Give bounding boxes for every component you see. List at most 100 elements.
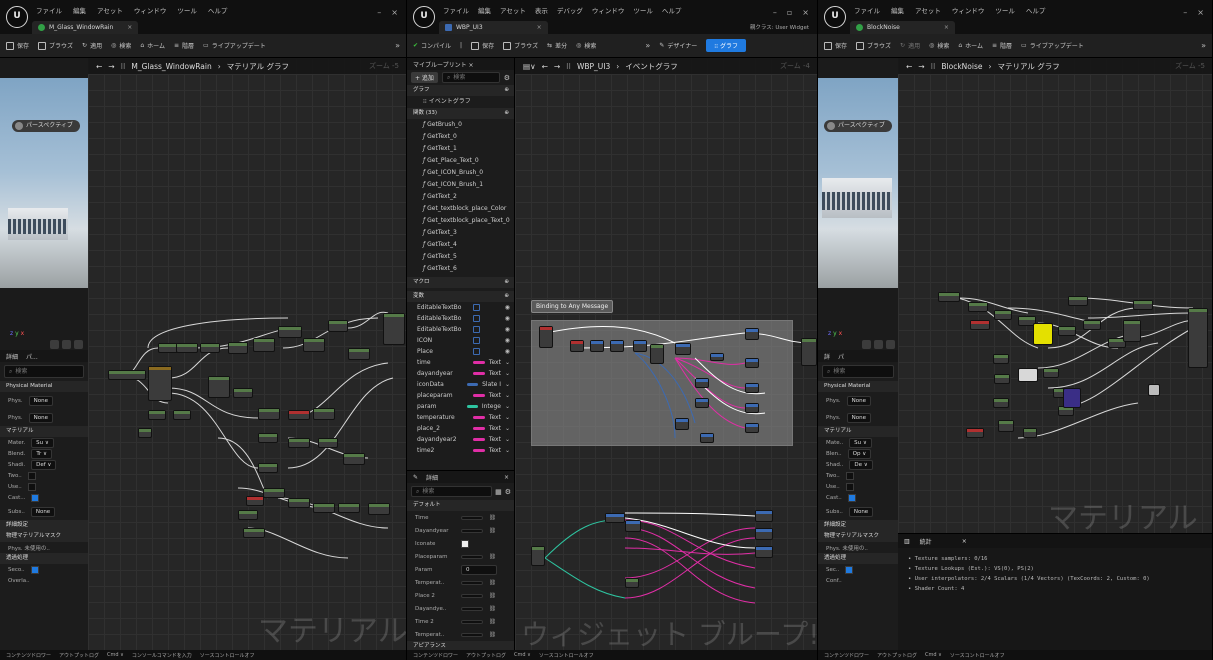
- binding-icon[interactable]: ⛓: [489, 593, 496, 599]
- menu-tools[interactable]: ツール: [177, 5, 197, 15]
- property-checkbox[interactable]: [845, 482, 854, 491]
- hierarchy-button[interactable]: ≡ 階層: [992, 41, 1012, 50]
- menu-edit[interactable]: 編集: [891, 5, 904, 15]
- graph-node[interactable]: [258, 408, 280, 420]
- graph-node[interactable]: [994, 310, 1012, 320]
- chevron-down-icon[interactable]: ⌄: [505, 392, 510, 399]
- function-item[interactable]: ƒ GetText_4: [407, 239, 514, 251]
- graph-node[interactable]: [138, 428, 152, 438]
- menu-help[interactable]: ヘルプ: [662, 5, 682, 15]
- cmd-dropdown[interactable]: Cmd ∨: [107, 652, 124, 658]
- graph-node[interactable]: [368, 503, 390, 515]
- property-checkbox[interactable]: [30, 565, 39, 574]
- property-dropdown[interactable]: Def ∨: [31, 459, 57, 470]
- chevron-down-icon[interactable]: ⌄: [505, 414, 510, 421]
- graph-node[interactable]: [288, 498, 310, 508]
- graph-node[interactable]: [278, 326, 302, 338]
- variable-row[interactable]: param Intege ⌄: [407, 401, 514, 412]
- section-variables[interactable]: 変数 ⊕: [407, 291, 514, 302]
- minimize-icon[interactable]: –: [1183, 8, 1187, 17]
- binding-icon[interactable]: ⛓: [489, 606, 496, 612]
- save-button[interactable]: 保存: [824, 41, 847, 50]
- binding-icon[interactable]: ⛓: [489, 554, 496, 560]
- graph-node[interactable]: [994, 374, 1010, 384]
- minimize-icon[interactable]: –: [377, 8, 381, 17]
- color-preview-node[interactable]: [1033, 323, 1053, 345]
- variable-row[interactable]: placeparam Text ⌄: [407, 390, 514, 401]
- graph-node[interactable]: [1043, 368, 1059, 378]
- variable-row[interactable]: EditableTextBo ◉: [407, 324, 514, 335]
- add-button[interactable]: + 追加: [411, 72, 438, 83]
- variable-row[interactable]: temperature Text ⌄: [407, 412, 514, 423]
- graph-node[interactable]: [253, 338, 275, 352]
- graph-node[interactable]: [993, 398, 1009, 408]
- graph-node[interactable]: [313, 503, 335, 513]
- property-value[interactable]: [461, 528, 483, 533]
- preview-viewport[interactable]: パースペクティブ z y x: [0, 58, 88, 350]
- event-graph-item[interactable]: ⁝⁝ イベントグラフ: [407, 96, 514, 108]
- asset-tab[interactable]: WBP_UI3 ×: [439, 21, 548, 34]
- toolbar-overflow-icon[interactable]: »: [395, 41, 400, 50]
- event-node[interactable]: [539, 326, 553, 348]
- variable-row[interactable]: iconData Slate I ⌄: [407, 379, 514, 390]
- color-swatch[interactable]: [461, 539, 469, 548]
- output-log-button[interactable]: アウトプットログ: [466, 652, 506, 659]
- section-physical-material-mask[interactable]: 物理マテリアルマスク: [818, 531, 898, 542]
- variable-row[interactable]: Place ◉: [407, 346, 514, 357]
- asset-tab[interactable]: M_Glass_WindowRain ×: [32, 21, 139, 34]
- variable-row[interactable]: time Text ⌄: [407, 357, 514, 368]
- function-node[interactable]: [745, 403, 759, 413]
- menu-tools[interactable]: ツール: [633, 5, 653, 15]
- property-value[interactable]: None: [28, 395, 54, 406]
- apply-button[interactable]: ↻ 適用: [82, 41, 102, 50]
- minimize-icon[interactable]: –: [773, 8, 777, 17]
- tab-parameters[interactable]: パ...: [26, 352, 38, 361]
- function-item[interactable]: ƒ Get_textblock_place_Text_0: [407, 215, 514, 227]
- event-graph[interactable]: ▤∨ ← → ⁝⁝ WBP_UI3 › イベントグラフ ズーム -4 Bindi…: [515, 58, 817, 650]
- material-graph[interactable]: ← → ⁝⁝ M_Glass_WindowRain › マテリアル グラフ ズー…: [88, 58, 406, 650]
- function-item[interactable]: ƒ Get_textblock_place_Color: [407, 203, 514, 215]
- section-physical-material[interactable]: Physical Material: [0, 381, 88, 392]
- tab-details[interactable]: 詳細: [6, 352, 18, 361]
- function-item[interactable]: ƒ GetText_0: [407, 131, 514, 143]
- graph-node[interactable]: [246, 496, 264, 506]
- section-default[interactable]: デフォルト: [407, 500, 514, 511]
- graph-node[interactable]: [993, 354, 1009, 364]
- section-advanced[interactable]: 詳細設定: [0, 520, 88, 531]
- content-drawer-button[interactable]: コンテンツドロワー: [6, 652, 51, 659]
- source-control-status[interactable]: ソースコントロールオフ: [539, 652, 594, 659]
- find-button[interactable]: ◎ 検索: [576, 41, 596, 50]
- menu-file[interactable]: ファイル: [443, 5, 469, 15]
- graph-node[interactable]: [228, 342, 248, 354]
- console-input[interactable]: コンソールコマンドを入力: [132, 652, 192, 659]
- details-search-input[interactable]: ⌕ 検索: [822, 365, 894, 378]
- noise-preview-node[interactable]: [1063, 388, 1081, 408]
- graph-node[interactable]: [108, 370, 146, 380]
- menu-edit[interactable]: 編集: [73, 5, 86, 15]
- graph-node[interactable]: [343, 453, 365, 465]
- graph-node[interactable]: [968, 302, 988, 312]
- property-value[interactable]: None: [28, 412, 54, 423]
- graph-node[interactable]: [1133, 300, 1153, 310]
- browse-button[interactable]: ブラウズ: [503, 41, 538, 50]
- compile-button[interactable]: ✔ コンパイル: [413, 41, 451, 50]
- cmd-dropdown[interactable]: Cmd ∨: [925, 652, 942, 658]
- graph-node[interactable]: [158, 343, 178, 353]
- return-node[interactable]: [801, 338, 817, 366]
- function-node[interactable]: [675, 418, 689, 430]
- menu-asset[interactable]: アセット: [500, 5, 526, 15]
- variable-type[interactable]: Text: [489, 447, 501, 454]
- function-node[interactable]: [700, 433, 714, 443]
- cube-preview-icon[interactable]: [74, 340, 83, 349]
- section-appearance[interactable]: アピアランス: [407, 641, 514, 650]
- details-tab-label[interactable]: 詳細: [426, 473, 438, 482]
- browse-button[interactable]: ブラウズ: [38, 41, 73, 50]
- graph-node[interactable]: [1023, 428, 1037, 438]
- asset-tab[interactable]: BlockNoise ×: [850, 21, 955, 34]
- eye-icon[interactable]: ◉: [505, 326, 510, 333]
- graph-node[interactable]: [998, 420, 1014, 432]
- variable-type[interactable]: Text: [489, 392, 501, 399]
- close-tab-icon[interactable]: ×: [127, 24, 132, 31]
- eye-icon[interactable]: ◉: [505, 315, 510, 322]
- menu-help[interactable]: ヘルプ: [208, 5, 228, 15]
